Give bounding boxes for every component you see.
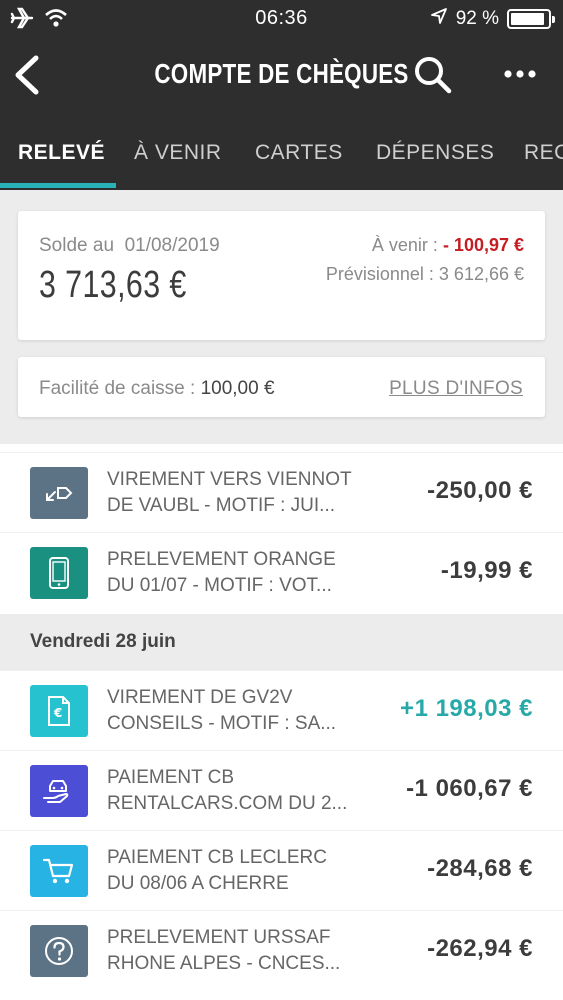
- transaction-list: VIREMENT VERS VIENNOT DE VAUBL - MOTIF :…: [0, 444, 563, 1000]
- transaction-description: VIREMENT DE GV2V CONSEILS - MOTIF : SA..…: [107, 685, 362, 737]
- transaction-line2: DE VAUBL - MOTIF : JUI...: [107, 495, 336, 516]
- active-tab-indicator: [0, 183, 116, 188]
- transaction-description: PRELEVEMENT ORANGE DU 01/07 - MOTIF : VO…: [107, 547, 362, 599]
- tab-bar: RELEVÉ À VENIR CARTES DÉPENSES REC: [0, 113, 563, 190]
- search-icon[interactable]: [412, 54, 454, 96]
- transaction-line1: VIREMENT DE GV2V: [107, 687, 293, 708]
- svg-text:€: €: [53, 706, 62, 720]
- status-bar: 06:36 92 %: [0, 0, 563, 38]
- transaction-amount: -284,68 €: [427, 855, 533, 882]
- transaction-amount: -250,00 €: [427, 477, 533, 504]
- upcoming-label: À venir :: [371, 235, 438, 255]
- transaction-line2: DU 01/07 - MOTIF : VOT...: [107, 575, 332, 596]
- transaction-description: VIREMENT VERS VIENNOT DE VAUBL - MOTIF :…: [107, 467, 362, 519]
- transaction-row[interactable]: PAIEMENT CB RENTALCARS.COM DU 2... -1 06…: [0, 750, 563, 828]
- facility-line: Facilité de caisse : 100,00 €: [39, 378, 275, 400]
- transaction-row[interactable]: PAIEMENT CB LECLERC DU 08/06 A CHERRE -2…: [0, 830, 563, 908]
- phone-icon: [30, 547, 88, 599]
- tab-rec[interactable]: REC: [524, 141, 563, 165]
- balance-label-line: Solde au 01/08/2019: [39, 235, 220, 257]
- app-header: COMPTE DE CHÈQUES: [0, 38, 563, 113]
- transaction-line2: RENTALCARS.COM DU 2...: [107, 793, 348, 814]
- tab-depenses[interactable]: DÉPENSES: [376, 141, 494, 165]
- car-hand-icon: [30, 765, 88, 817]
- transaction-line1: PRELEVEMENT URSSAF: [107, 927, 331, 948]
- day-header: Vendredi 28 juin: [0, 614, 563, 670]
- transaction-row[interactable]: PRELEVEMENT ORANGE DU 01/07 - MOTIF : VO…: [0, 532, 563, 610]
- transaction-amount: -19,99 €: [440, 557, 533, 584]
- shopping-cart-icon: [30, 845, 88, 897]
- transaction-amount: -1 060,67 €: [406, 775, 533, 802]
- forecast-value: 3 612,66 €: [438, 264, 524, 284]
- transaction-row[interactable]: VIREMENT VERS VIENNOT DE VAUBL - MOTIF :…: [0, 452, 563, 530]
- more-info-link[interactable]: PLUS D'INFOS: [389, 378, 523, 400]
- transaction-description: PAIEMENT CB RENTALCARS.COM DU 2...: [107, 765, 362, 817]
- transaction-line1: PAIEMENT CB: [107, 767, 235, 788]
- balance-label: Solde au: [39, 235, 115, 256]
- facility-value: 100,00 €: [200, 378, 275, 399]
- transfer-out-icon: [30, 467, 88, 519]
- transaction-description: PRELEVEMENT URSSAF RHONE ALPES - CNCES..…: [107, 925, 362, 977]
- forecast-label: Prévisionnel :: [325, 264, 434, 284]
- transaction-row[interactable]: PRELEVEMENT URSSAF RHONE ALPES - CNCES..…: [0, 910, 563, 988]
- battery-fill: [511, 13, 545, 25]
- transaction-line2: RHONE ALPES - CNCES...: [107, 953, 341, 974]
- transaction-line2: CONSEILS - MOTIF : SA...: [107, 713, 337, 734]
- balance-date: 01/08/2019: [124, 235, 220, 256]
- upcoming-line: À venir : - 100,97 €: [326, 231, 524, 260]
- transaction-line1: PAIEMENT CB LECLERC: [107, 847, 327, 868]
- transaction-row[interactable]: € VIREMENT DE GV2V CONSEILS - MOTIF : SA…: [0, 670, 563, 748]
- status-right: 92 %: [430, 7, 555, 31]
- transaction-description: PAIEMENT CB LECLERC DU 08/06 A CHERRE: [107, 845, 362, 897]
- forecast-line: Prévisionnel : 3 612,66 €: [326, 260, 524, 289]
- upcoming-value: - 100,97 €: [442, 235, 524, 255]
- transaction-amount: -262,94 €: [427, 935, 533, 962]
- day-header-label: Vendredi 28 juin: [30, 631, 176, 652]
- location-arrow-icon: [430, 7, 448, 31]
- transaction-line1: PRELEVEMENT ORANGE: [107, 549, 336, 570]
- tab-releve[interactable]: RELEVÉ: [18, 141, 105, 165]
- tab-a-venir[interactable]: À VENIR: [134, 141, 222, 165]
- euro-document-icon: €: [30, 685, 88, 737]
- more-dots-icon[interactable]: [502, 64, 538, 84]
- facility-label: Facilité de caisse :: [39, 378, 196, 399]
- transaction-line1: VIREMENT VERS VIENNOT: [107, 469, 352, 490]
- question-circle-icon: [30, 925, 88, 977]
- top-bar: 06:36 92 % COMPTE DE CHÈQUES RELEVÉ À VE…: [0, 0, 563, 190]
- tab-cartes[interactable]: CARTES: [255, 141, 343, 165]
- transaction-amount: +1 198,03 €: [400, 695, 533, 722]
- balance-card[interactable]: Solde au 01/08/2019 3 713,63 € À venir :…: [18, 211, 545, 340]
- battery-icon: [507, 9, 555, 29]
- battery-percent: 92 %: [455, 8, 499, 29]
- transaction-line2: DU 08/06 A CHERRE: [107, 873, 289, 894]
- balance-amount: 3 713,63 €: [39, 264, 187, 306]
- back-chevron-icon[interactable]: [10, 54, 46, 96]
- facility-card: Facilité de caisse : 100,00 € PLUS D'INF…: [18, 357, 545, 417]
- balance-forecast: À venir : - 100,97 € Prévisionnel : 3 61…: [326, 231, 524, 289]
